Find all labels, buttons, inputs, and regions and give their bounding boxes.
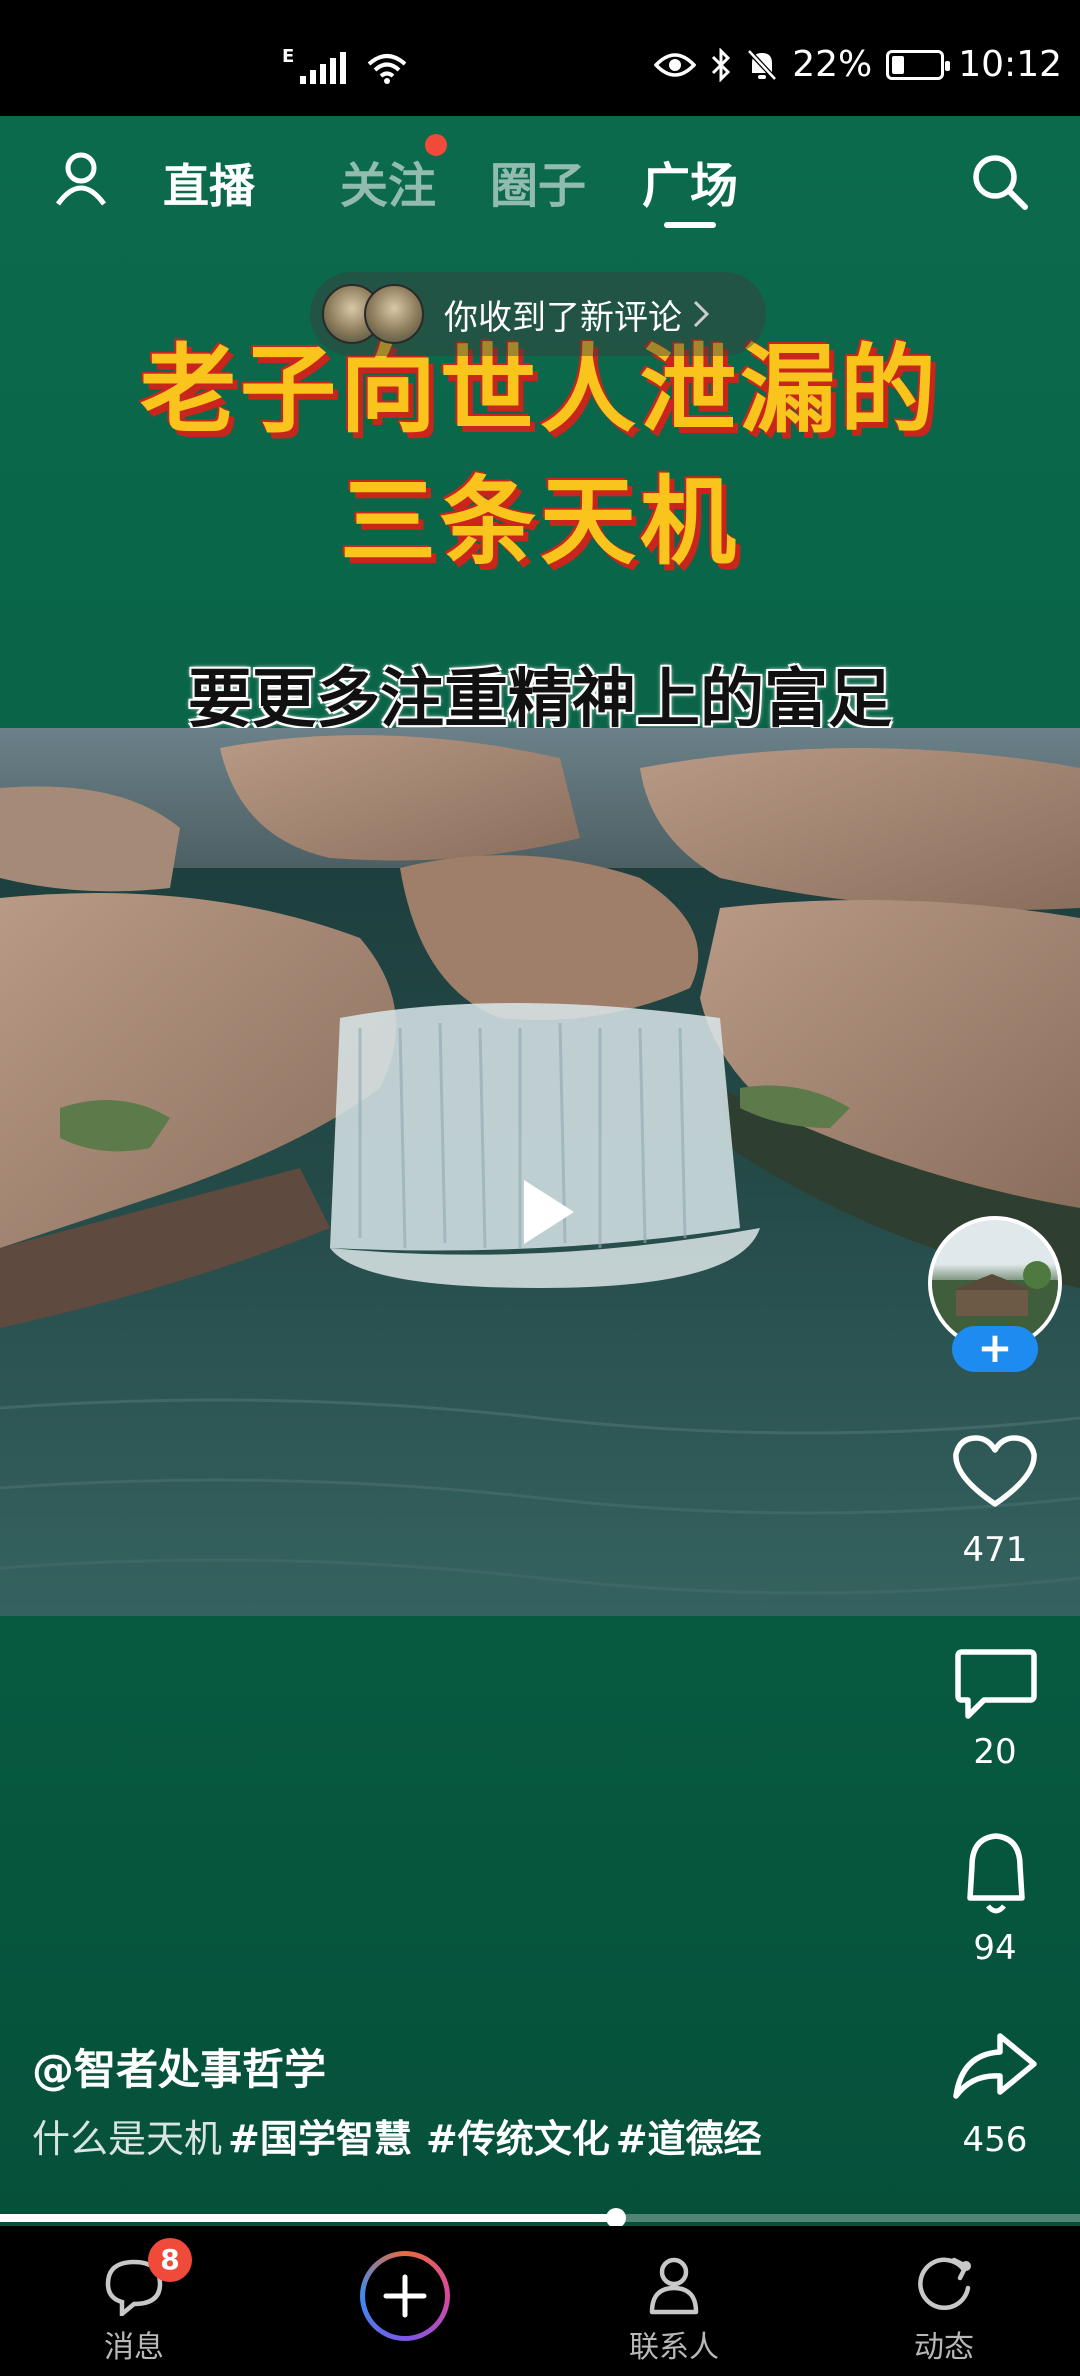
search-icon[interactable] [970, 152, 1030, 212]
nav-label: 联系人 [629, 2330, 719, 2365]
battery-percent: 22% [792, 44, 873, 85]
create-button[interactable] [360, 2251, 450, 2341]
post-caption: 什么是天机 #国学智慧 #传统文化 #道德经 [32, 2108, 762, 2163]
tab-circles[interactable]: 圈子 [490, 146, 586, 216]
progress-knob[interactable] [605, 2208, 626, 2228]
share-count: 456 [962, 2120, 1028, 2160]
mute-bell-icon [747, 48, 778, 81]
play-icon[interactable] [518, 1176, 578, 1248]
clock: 10:12 [958, 44, 1062, 85]
comment-icon[interactable] [954, 1646, 1038, 1722]
battery-level [892, 55, 904, 74]
tab-following[interactable]: 关注 [340, 146, 436, 216]
nav-activity[interactable]: 动态 [844, 2226, 1044, 2376]
new-comment-toast[interactable]: 你收到了新评论 [310, 272, 766, 356]
plus-icon [383, 2274, 427, 2318]
bluetooth-icon [712, 47, 731, 82]
hashtag[interactable]: #国学智慧 [228, 2117, 412, 2161]
video-progress-bar[interactable] [0, 2208, 1080, 2228]
battery-icon [886, 49, 951, 80]
messages-badge: 8 [148, 2238, 192, 2282]
wifi-icon [367, 54, 407, 84]
bell-icon[interactable] [958, 1830, 1034, 1920]
progress-fill [0, 2214, 616, 2222]
author-name[interactable]: @智者处事哲学 [32, 2036, 326, 2097]
top-nav: 直播 关注 圈子 广场 [0, 116, 1080, 246]
network-indicator: E [282, 46, 408, 84]
caption-text: 什么是天机 [32, 2117, 223, 2161]
video-frame[interactable] [0, 728, 1080, 1616]
like-icon[interactable] [950, 1434, 1040, 1510]
avatar [364, 284, 424, 344]
refresh-icon [918, 2257, 971, 2311]
bell-count: 94 [973, 1928, 1017, 1968]
hashtag[interactable]: #传统文化 [426, 2117, 610, 2161]
nav-messages[interactable]: 8 消息 [34, 2226, 234, 2376]
hashtag[interactable]: #道德经 [616, 2117, 762, 2161]
bottom-nav: 8 消息 联系人 动态 [0, 2226, 1080, 2376]
chevron-right-icon [693, 300, 710, 328]
contact-icon [649, 2257, 699, 2315]
toast-text: 你收到了新评论 [444, 297, 682, 338]
video-feed[interactable]: 直播 关注 圈子 广场 老子向世人泄漏的 三条天机 你收到了新评论 要更多注重精… [0, 116, 1080, 2228]
status-bar: E 22% 10:12 [0, 0, 1080, 116]
nav-label: 消息 [104, 2330, 164, 2365]
like-count: 471 [962, 1530, 1028, 1570]
commenter-avatars [322, 284, 424, 344]
tab-square[interactable]: 广场 [642, 146, 738, 216]
profile-icon[interactable] [54, 150, 108, 208]
nav-label: 动态 [914, 2330, 974, 2365]
nav-contacts[interactable]: 联系人 [574, 2226, 774, 2376]
video-title-line2: 三条天机 [340, 466, 740, 578]
eye-icon [654, 52, 697, 77]
active-tab-indicator [664, 222, 716, 228]
comment-count: 20 [973, 1732, 1017, 1772]
video-subtitle: 要更多注重精神上的富足 [188, 663, 892, 737]
following-dot [425, 134, 447, 156]
live-tab[interactable]: 直播 [163, 150, 255, 216]
network-type: E [282, 46, 295, 67]
signal-icon [300, 52, 346, 84]
share-icon[interactable] [952, 2030, 1038, 2100]
follow-button[interactable]: + [952, 1326, 1038, 1372]
